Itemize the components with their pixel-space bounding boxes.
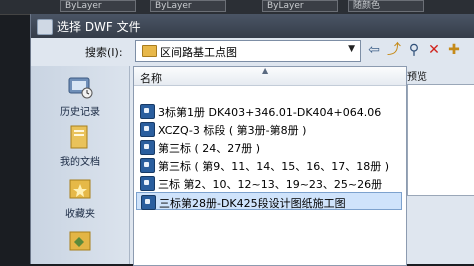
list-item-label: 第三标 ( 24、27册 ) [158,142,261,155]
new-folder-icon[interactable]: ✚ [445,41,463,59]
list-item-label: 第三标 ( 第9、11、14、15、16、17、18册 ) [158,160,390,173]
dwf-file-icon [140,104,155,119]
sort-caret-icon: ▲ [262,66,269,75]
look-in-bar: 搜索(I): 区间路基工点图 ▼ ⇦ ⤴ ⚲ ✕ ✚ [31,38,474,66]
folder-icon [142,45,157,57]
linetype-combo: ByLayer [60,0,136,12]
place-documents-label: 我的文档 [60,157,100,168]
dwf-file-icon [140,122,155,137]
chevron-down-icon: ▼ [348,44,355,54]
dwf-file-icon [140,158,155,173]
documents-icon [70,125,88,149]
place-favorites-label: 收藏夹 [65,209,95,220]
color-combo: ByLayer [262,0,338,12]
dialog-title: 选择 DWF 文件 [57,20,141,34]
dwf-file-icon [140,176,155,191]
search-web-icon[interactable]: ⚲ [405,41,423,59]
select-dwf-dialog: 选择 DWF 文件 搜索(I): 区间路基工点图 ▼ ⇦ ⤴ ⚲ ✕ ✚ 历史记… [30,14,474,266]
look-in-dropdown[interactable]: 区间路基工点图 ▼ [135,40,361,62]
places-bar: 历史记录 我的文档 收藏夹 [31,66,130,264]
place-history-label: 历史记录 [60,107,100,118]
dwf-file-icon [141,195,156,210]
place-history[interactable]: 历史记录 [31,74,129,118]
dwf-file-icon [140,140,155,155]
list-item-label: 3标第1册 DK403+346.01-DK404+064.06 [158,106,382,119]
look-in-label: 搜索(I): [85,46,123,59]
cad-background-toolbar: ByLayer ByLayer ByLayer 随颜色 [0,0,474,15]
list-item-label: 三标 第2、10、12~13、19~23、25~26册 [158,178,383,191]
name-column-header[interactable]: 名称 ▲ [134,66,406,86]
list-item[interactable]: 三标 第2、10、12~13、19~23、25~26册 [136,174,402,192]
preview-label: 预览 [407,72,427,83]
list-item-selected[interactable]: 三标第28册-DK425段设计图纸施工图 [136,192,402,210]
history-icon [68,77,93,99]
preview-pane [407,84,474,196]
favorites-icon [69,179,91,199]
lineweight-combo: ByLayer [150,0,226,12]
file-list: 名称 ▲ 3标第1册 DK403+346.01-DK404+064.06 XCZ… [133,66,407,266]
place-ftp[interactable] [31,228,129,254]
back-arrow-icon[interactable]: ⇦ [365,41,383,59]
dialog-titlebar: 选择 DWF 文件 [31,14,474,38]
ftp-icon [69,231,91,251]
column-name-label: 名称 [140,72,162,85]
list-item-label: 三标第28册-DK425段设计图纸施工图 [159,197,346,210]
delete-icon[interactable]: ✕ [425,41,443,59]
place-favorites[interactable]: 收藏夹 [31,176,129,220]
list-item-label: XCZQ-3 标段 ( 第3册-第8册 ) [158,124,307,137]
app-icon [37,19,53,35]
place-documents[interactable]: 我的文档 [31,124,129,168]
list-item[interactable]: 第三标 ( 第9、11、14、15、16、17、18册 ) [136,156,402,174]
look-in-value: 区间路基工点图 [160,46,237,59]
plotstyle-combo: 随颜色 [348,0,424,12]
list-item[interactable]: 3标第1册 DK403+346.01-DK404+064.06 [136,102,402,120]
up-folder-icon[interactable]: ⤴ [385,41,403,59]
list-item[interactable]: 第三标 ( 24、27册 ) [136,138,402,156]
list-item[interactable]: XCZQ-3 标段 ( 第3册-第8册 ) [136,120,402,138]
